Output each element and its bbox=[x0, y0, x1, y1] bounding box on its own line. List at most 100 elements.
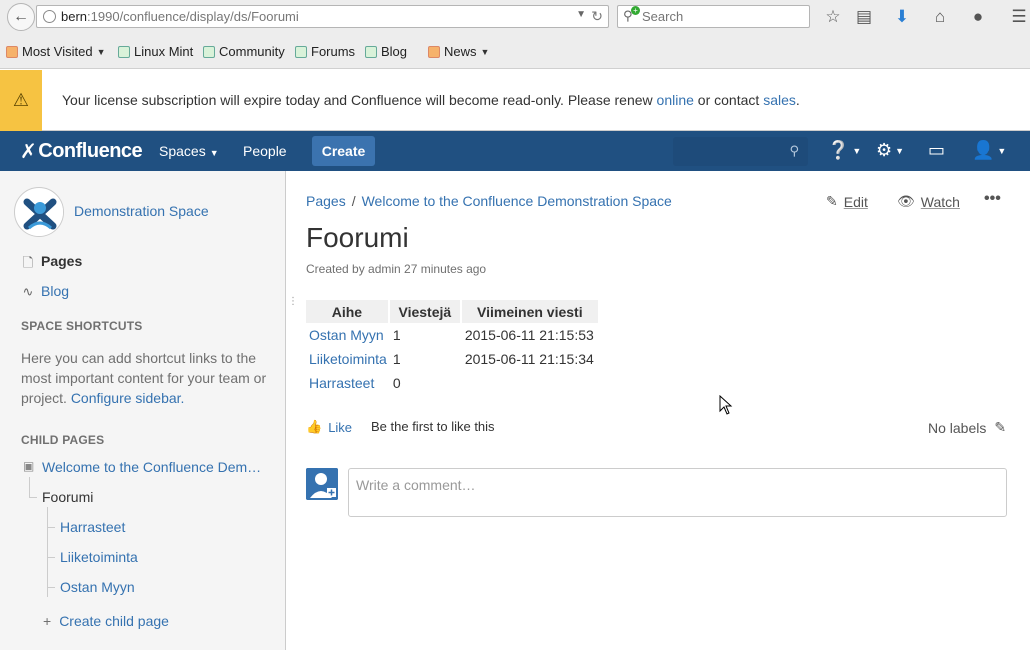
nav-spaces[interactable]: Spaces ▼ bbox=[159, 143, 219, 159]
nav-people[interactable]: People bbox=[243, 143, 287, 159]
table-header-row: Aihe Viestejä Viimeinen viesti bbox=[306, 300, 600, 323]
browser-search-field[interactable]: ⚲ + bbox=[617, 5, 810, 28]
url-dropdown-icon[interactable]: ▼ bbox=[576, 9, 586, 20]
sidebar-item-label: Pages bbox=[41, 253, 83, 269]
edit-button[interactable]: ✎ Edit bbox=[826, 193, 868, 210]
inbox-icon: ▭ bbox=[928, 140, 946, 160]
bookmark-star-icon[interactable]: ☆ bbox=[822, 6, 844, 28]
menu-hamburger-icon[interactable]: ☰ bbox=[1008, 6, 1030, 28]
chat-icon[interactable]: ● bbox=[967, 6, 989, 28]
table-row: Liiketoiminta 1 2015-06-11 21:15:34 bbox=[306, 347, 600, 371]
url-bar[interactable]: bern:1990/confluence/display/ds/Foorumi … bbox=[36, 5, 609, 28]
bookmark-blog[interactable]: Blog bbox=[365, 44, 407, 59]
globe-icon bbox=[43, 10, 56, 23]
settings-menu[interactable]: ⚙ ▼ bbox=[876, 140, 904, 161]
tree-item-ostan-myyn[interactable]: Ostan Myyn bbox=[60, 579, 135, 595]
space-name-link[interactable]: Demonstration Space bbox=[74, 203, 209, 219]
reload-icon[interactable]: ↻ bbox=[591, 8, 603, 25]
pencil-icon: ✎ bbox=[994, 419, 1007, 435]
pages-icon: 🗋 bbox=[22, 254, 34, 270]
eye-icon: 👁 bbox=[897, 193, 915, 209]
logo-text: Confluence bbox=[38, 140, 143, 162]
space-shortcuts-text: Here you can add shortcut links to the m… bbox=[21, 348, 271, 408]
chevron-down-icon: ▼ bbox=[997, 146, 1007, 157]
tree-connector bbox=[47, 507, 48, 597]
nav-people-label: People bbox=[243, 143, 287, 159]
space-logo[interactable] bbox=[14, 187, 64, 237]
sidebar-item-blog[interactable]: ∿ Blog bbox=[21, 283, 69, 299]
downloads-icon[interactable]: ⬇ bbox=[891, 6, 913, 28]
tree-item-welcome[interactable]: Welcome to the Confluence Dem… bbox=[42, 459, 268, 475]
chevron-down-icon: ▼ bbox=[96, 46, 106, 57]
url-text: bern:1990/confluence/display/ds/Foorumi bbox=[61, 9, 299, 24]
sidebar-item-pages[interactable]: 🗋 Pages bbox=[21, 253, 83, 270]
bookmark-most-visited[interactable]: Most Visited ▼ bbox=[6, 44, 106, 59]
bookmark-label: Blog bbox=[381, 44, 408, 59]
topic-link[interactable]: Ostan Myyn bbox=[309, 327, 384, 343]
create-child-page-button[interactable]: + Create child page bbox=[43, 613, 169, 629]
thumbs-up-icon: 👍 bbox=[306, 419, 323, 434]
renew-online-link[interactable]: online bbox=[657, 92, 694, 108]
create-child-page-label: Create child page bbox=[59, 613, 169, 629]
contact-sales-link[interactable]: sales bbox=[763, 92, 796, 108]
search-icon: ⚲ bbox=[789, 143, 799, 158]
watch-label: Watch bbox=[920, 193, 960, 210]
labels-section[interactable]: No labels ✎ bbox=[928, 419, 1006, 436]
page-tree-icon: ▣ bbox=[23, 459, 35, 473]
notifications-button[interactable]: ▭ bbox=[928, 140, 945, 161]
topic-cell: Ostan Myyn bbox=[306, 323, 390, 347]
bookmark-label: Most Visited bbox=[22, 44, 93, 59]
breadcrumb-parent[interactable]: Welcome to the Confluence Demonstration … bbox=[362, 193, 672, 209]
count-cell: 0 bbox=[392, 375, 401, 391]
like-label: Like bbox=[328, 419, 353, 435]
sidebar-item-label: Blog bbox=[41, 283, 70, 299]
home-icon[interactable]: ⌂ bbox=[929, 6, 951, 28]
bookmark-label: Community bbox=[219, 44, 285, 59]
bookmark-linux-mint[interactable]: Linux Mint bbox=[118, 44, 193, 59]
comment-placeholder: Write a comment… bbox=[356, 477, 476, 493]
mint-icon bbox=[203, 45, 215, 58]
column-header: Viestejä bbox=[389, 300, 462, 323]
topic-link[interactable]: Liiketoiminta bbox=[309, 351, 387, 367]
watch-button[interactable]: 👁 Watch bbox=[897, 193, 960, 210]
banner-text-part: . bbox=[795, 92, 800, 108]
create-button[interactable]: Create bbox=[312, 136, 375, 166]
user-menu[interactable]: 👤 ▼ bbox=[972, 140, 1006, 161]
sidebar-resize-handle[interactable]: ⋮ bbox=[288, 297, 298, 307]
bookmark-label: Forums bbox=[311, 44, 356, 59]
bookmark-forums[interactable]: Forums bbox=[295, 44, 355, 59]
tree-item-liiketoiminta[interactable]: Liiketoiminta bbox=[60, 549, 138, 565]
confluence-logo[interactable]: ✗ Confluence bbox=[20, 139, 143, 164]
chevron-down-icon: ▼ bbox=[895, 146, 905, 157]
banner-text-part: or contact bbox=[693, 92, 764, 108]
header-search-input[interactable] bbox=[679, 142, 784, 160]
folder-icon bbox=[6, 45, 18, 58]
forum-table: Aihe Viestejä Viimeinen viesti Ostan Myy… bbox=[306, 300, 600, 395]
license-banner: ⚠ Your license subscription will expire … bbox=[0, 70, 1030, 131]
page-title: Foorumi bbox=[306, 222, 409, 253]
count-cell: 1 bbox=[392, 327, 401, 343]
header-search[interactable]: ⚲ bbox=[673, 137, 808, 166]
bookmark-news[interactable]: News ▼ bbox=[428, 44, 489, 59]
topic-cell: Harrasteet bbox=[306, 371, 390, 395]
configure-sidebar-link[interactable]: Configure sidebar. bbox=[71, 390, 185, 406]
help-menu[interactable]: ❔ ▼ bbox=[827, 140, 861, 161]
commenter-avatar bbox=[306, 468, 338, 500]
labels-text: No labels bbox=[928, 419, 987, 436]
bookmark-community[interactable]: Community bbox=[203, 44, 285, 59]
topic-cell: Liiketoiminta bbox=[306, 347, 390, 371]
breadcrumb-pages[interactable]: Pages bbox=[306, 193, 346, 209]
topic-link[interactable]: Harrasteet bbox=[309, 375, 374, 391]
browser-search-input[interactable] bbox=[642, 8, 802, 25]
like-button[interactable]: 👍 Like bbox=[306, 419, 352, 435]
more-actions-icon[interactable]: ••• bbox=[984, 190, 1001, 208]
space-logo-icon bbox=[16, 189, 63, 236]
like-summary: Be the first to like this bbox=[371, 419, 495, 434]
edit-label: Edit bbox=[843, 193, 868, 210]
comment-input[interactable]: Write a comment… bbox=[348, 468, 1007, 517]
back-arrow-icon[interactable]: ← bbox=[7, 3, 35, 31]
count-cell: 1 bbox=[392, 351, 401, 367]
reading-list-icon[interactable]: ▤ bbox=[853, 6, 875, 28]
tree-item-harrasteet[interactable]: Harrasteet bbox=[60, 519, 125, 535]
tree-connector bbox=[47, 587, 55, 588]
